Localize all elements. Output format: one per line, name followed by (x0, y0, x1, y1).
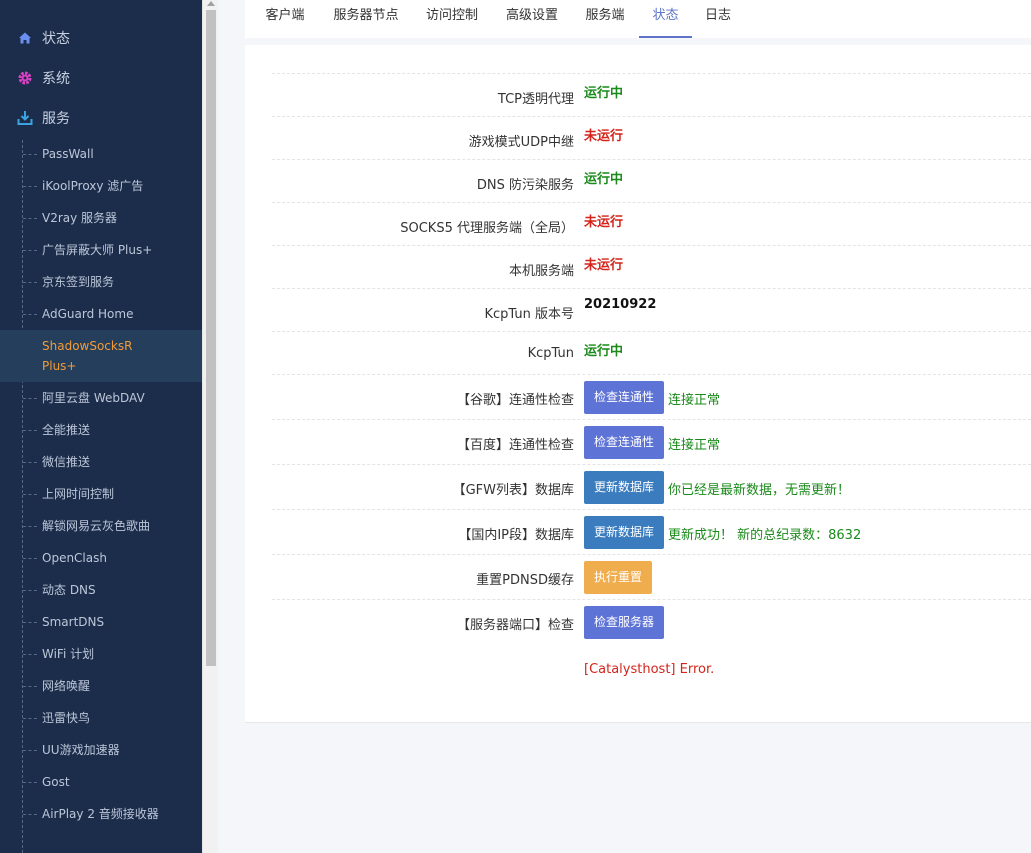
sidebar-item-openclash[interactable]: OpenClash (0, 542, 202, 574)
status-value: 未运行 (584, 215, 624, 230)
sidebar-item-gost[interactable]: Gost (0, 766, 202, 798)
status-row-socks5: SOCKS5 代理服务端（全局） 未运行 (272, 202, 1031, 245)
scroll-up-icon[interactable] (203, 0, 219, 10)
sidebar-item-airplay[interactable]: AirPlay 2 音频接收器 (0, 798, 202, 853)
sidebar-item-passwall[interactable]: PassWall (0, 138, 202, 170)
sidebar-item-jd[interactable]: 京东签到服务 (0, 266, 202, 298)
check-result: 连接正常 (668, 393, 721, 408)
check-row-port: 【服务器端口】检查 检查服务器 (272, 599, 1031, 644)
check-row-baidu: 【百度】连通性检查 检查连通性 连接正常 (272, 419, 1031, 464)
tab-bar: 客户端 服务器节点 访问控制 高级设置 服务端 状态 日志 (245, 0, 1031, 38)
sidebar-item-ddns[interactable]: 动态 DNS (0, 574, 202, 606)
tab-server[interactable]: 服务端 (577, 0, 633, 38)
status-value: 运行中 (584, 172, 624, 187)
sidebar-item-ssr[interactable]: ShadowSocksR Plus+ (0, 330, 202, 382)
error-message: [Catalysthost] Error. (584, 662, 715, 677)
sidebar-item-push[interactable]: 全能推送 (0, 414, 202, 446)
check-row-google: 【谷歌】连通性检查 检查连通性 连接正常 (272, 374, 1031, 419)
sidebar-item-wifi[interactable]: WiFi 计划 (0, 638, 202, 670)
status-row-dns: DNS 防污染服务 运行中 (272, 159, 1031, 202)
sidebar-item-ikoolproxy[interactable]: iKoolProxy 滤广告 (0, 170, 202, 202)
sidebar-item-xunlei[interactable]: 迅雷快鸟 (0, 702, 202, 734)
sidebar-item-adguard[interactable]: AdGuard Home (0, 298, 202, 330)
status-row-kcp-version: KcpTun 版本号 20210922 (272, 288, 1031, 331)
update-gfw-button[interactable]: 更新数据库 (584, 471, 665, 504)
sidebar-item-aliyun[interactable]: 阿里云盘 WebDAV (0, 382, 202, 414)
scrollbar[interactable] (202, 0, 218, 853)
menu-services-label: 服务 (42, 111, 70, 127)
scrollbar-thumb[interactable] (206, 10, 216, 666)
menu-status[interactable]: 状态 (0, 18, 202, 58)
check-result: 你已经是最新数据，无需更新！ (668, 483, 851, 498)
reset-pdnsd-button[interactable]: 执行重置 (584, 561, 653, 594)
check-row-pdnsd: 重置PDNSD缓存 执行重置 (272, 554, 1031, 599)
sidebar-item-netease[interactable]: 解锁网易云灰色歌曲 (0, 510, 202, 542)
sidebar-item-uu[interactable]: UU游戏加速器 (0, 734, 202, 766)
status-value: 未运行 (584, 258, 624, 273)
menu-services[interactable]: 服务 (0, 98, 202, 138)
status-row-kcp: KcpTun 运行中 (272, 331, 1031, 374)
tab-client[interactable]: 客户端 (253, 0, 317, 38)
sidebar: 状态 系统 服务 PassWall iKoolProxy 滤广告 V2ray 服… (0, 0, 202, 853)
tab-access-control[interactable]: 访问控制 (417, 0, 487, 38)
tab-server-nodes[interactable]: 服务器节点 (324, 0, 408, 38)
check-row-chnip: 【国内IP段】数据库 更新数据库 更新成功！ 新的总纪录数：8632 (272, 509, 1031, 554)
status-value: 运行中 (584, 86, 624, 101)
gear-icon (17, 70, 33, 86)
status-panel: TCP透明代理 运行中 游戏模式UDP中继 未运行 DNS 防污染服务 运行中 … (245, 45, 1031, 723)
status-value: 未运行 (584, 129, 624, 144)
sidebar-item-smartdns[interactable]: SmartDNS (0, 606, 202, 638)
sidebar-item-wol[interactable]: 网络唤醒 (0, 670, 202, 702)
status-row-tcp: TCP透明代理 运行中 (272, 73, 1031, 116)
update-chnip-button[interactable]: 更新数据库 (584, 516, 665, 549)
tab-status[interactable]: 状态 (639, 0, 692, 38)
tab-advanced[interactable]: 高级设置 (497, 0, 567, 38)
kcp-version-value: 20210922 (584, 297, 657, 312)
check-port-button[interactable]: 检查服务器 (584, 606, 665, 639)
check-row-gfw: 【GFW列表】数据库 更新数据库 你已经是最新数据，无需更新！ (272, 464, 1031, 509)
sidebar-item-adblock[interactable]: 广告屏蔽大师 Plus+ (0, 234, 202, 266)
tab-log[interactable]: 日志 (698, 0, 738, 38)
status-row-udp: 游戏模式UDP中继 未运行 (272, 116, 1031, 159)
status-row-local: 本机服务端 未运行 (272, 245, 1031, 288)
home-icon (17, 30, 33, 46)
check-google-button[interactable]: 检查连通性 (584, 381, 665, 414)
menu-status-label: 状态 (42, 31, 70, 47)
menu-system-label: 系统 (42, 71, 70, 87)
menu-system[interactable]: 系统 (0, 58, 202, 98)
check-result: 连接正常 (668, 438, 721, 453)
check-baidu-button[interactable]: 检查连通性 (584, 426, 665, 459)
download-icon (17, 110, 33, 126)
sidebar-item-wechat[interactable]: 微信推送 (0, 446, 202, 478)
sidebar-item-timecontrol[interactable]: 上网时间控制 (0, 478, 202, 510)
check-result: 更新成功！ 新的总纪录数：8632 (668, 528, 862, 543)
status-value: 运行中 (584, 344, 624, 359)
sidebar-item-v2ray[interactable]: V2ray 服务器 (0, 202, 202, 234)
